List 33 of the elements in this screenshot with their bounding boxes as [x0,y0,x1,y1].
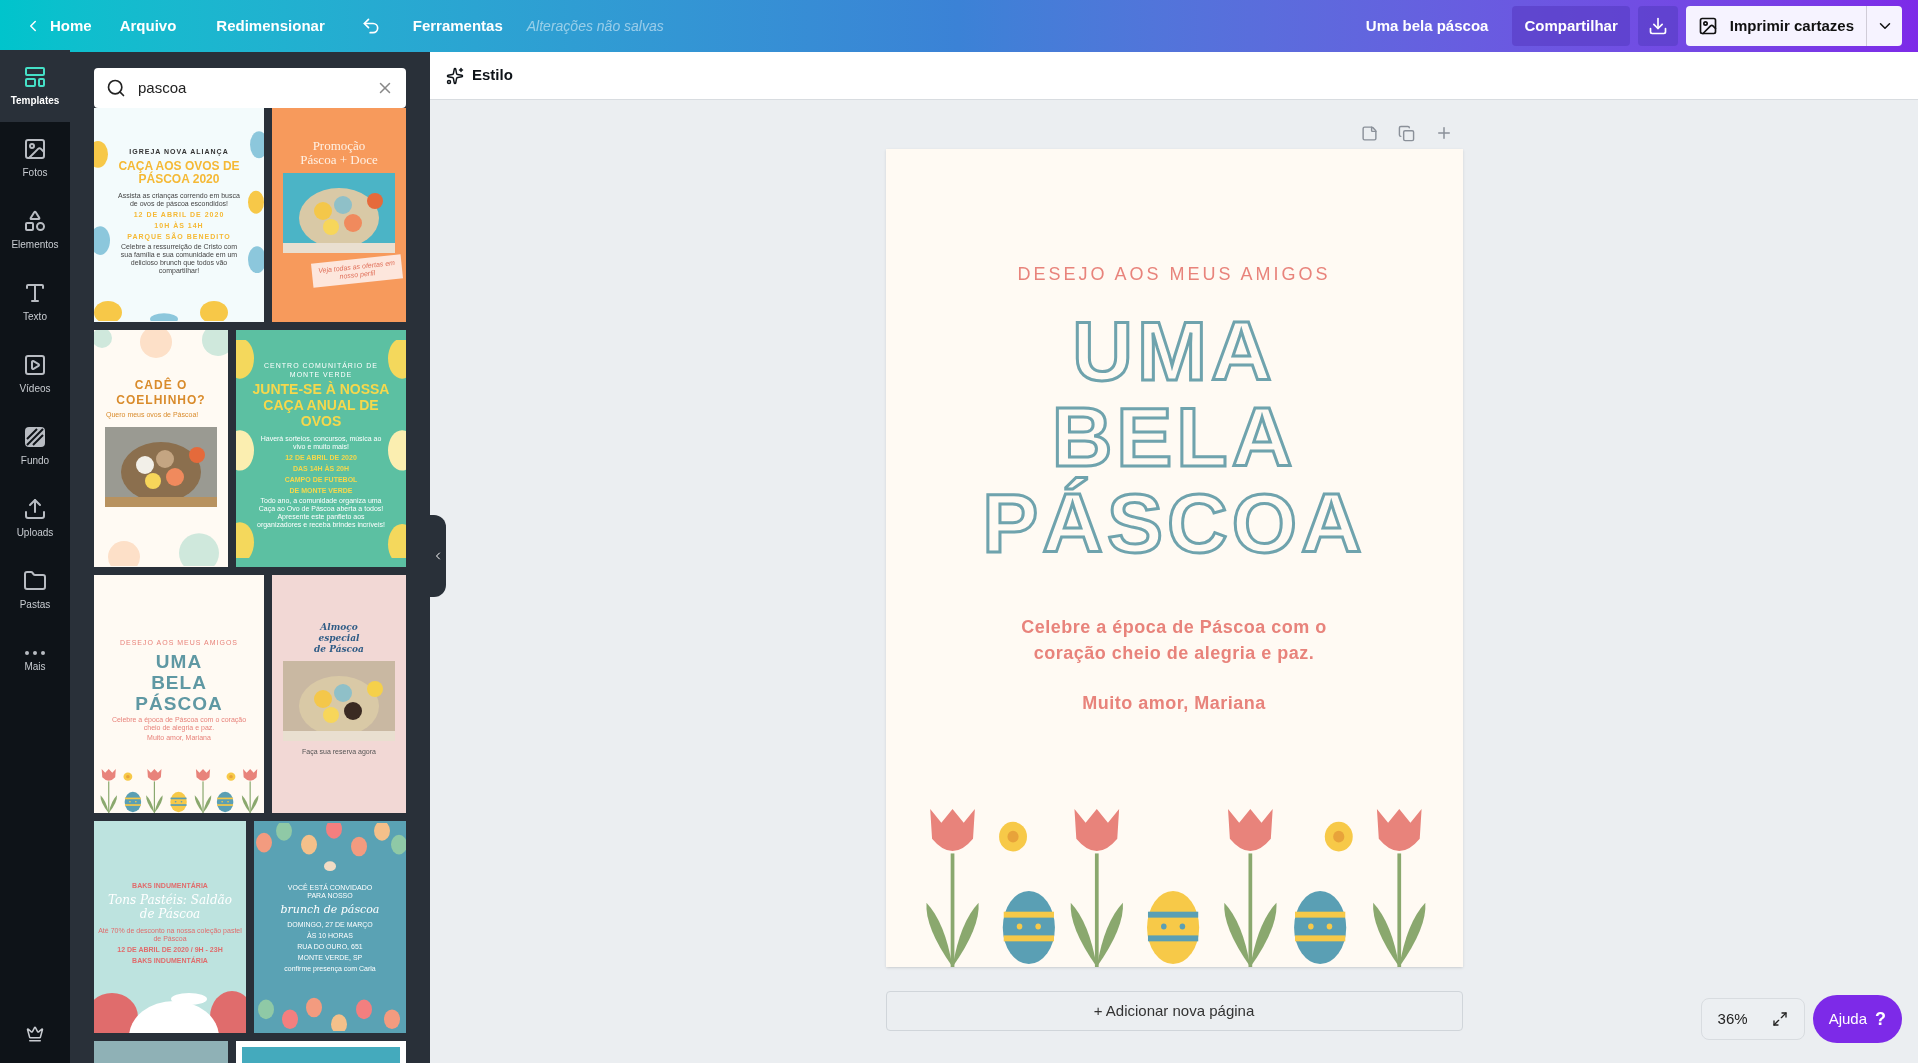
search-field[interactable]: pascoa [94,68,406,108]
zoom-control[interactable]: 36% [1700,998,1805,1040]
rail-tab[interactable]: Pastas [0,554,70,626]
page-signature: Muito amor, Mariana [1082,692,1266,715]
template-title: Almoço especial de Páscoa [313,622,365,656]
print-button[interactable]: Imprimir cartazes [1685,6,1866,46]
save-status: Alterações não salvas [525,16,665,36]
rail-tab[interactable]: Elementos [0,194,70,266]
rail-tab[interactable]: Vídeos [0,338,70,410]
template-title: brunch de páscoa [280,901,380,918]
template-title: JUNTE-SE À NOSSA CAÇA ANUAL DE OVOS [251,380,391,429]
rail-tab[interactable]: Fotos [0,122,70,194]
template-title: CADÊ O COELHINHO? [115,378,207,409]
zoom-level: 36% [1717,1008,1748,1029]
page-body-line: Celebre a época de Páscoa com o [1021,616,1327,639]
share-button[interactable]: Compartilhar [1512,6,1630,46]
template-title: CAÇA AOS OVOS DE PÁSCOA 2020 [117,159,241,186]
rail-tab[interactable]: Templates [0,50,70,122]
document-title[interactable]: Uma bela páscoa [1349,14,1505,38]
template-title: Tons Pastéis: Saldão de Páscoa [107,893,233,922]
help-button[interactable]: Ajuda ? [1812,995,1902,1043]
add-page-button[interactable]: + Adicionar nova página [885,991,1463,1031]
rail-tab[interactable]: Fundo [0,410,70,482]
style-button[interactable]: Estilo [446,64,513,87]
page-body-line: coração cheio de alegria e paz. [1033,642,1315,665]
rail-tab[interactable]: Texto [0,266,70,338]
page-title-line: UMA [1072,308,1276,394]
template-title: UMA BELA PÁSCOA [134,650,224,714]
rail-tab[interactable]: Uploads [0,482,70,554]
page-eyebrow: DESEJO AOS MEUS AMIGOS [1017,263,1331,286]
template-title: Promoção Páscoa + Doce [299,139,379,167]
search-input[interactable]: pascoa [138,76,364,100]
rail-tab[interactable]: Mais [0,626,70,698]
